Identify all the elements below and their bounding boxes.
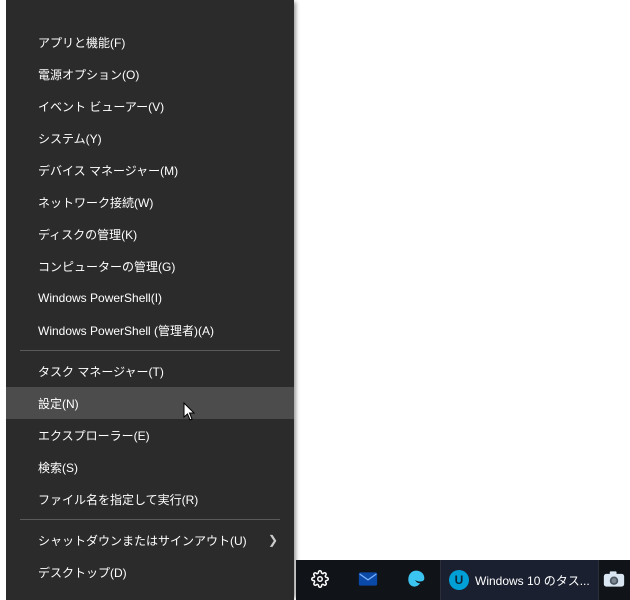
app-badge-letter: U: [455, 573, 464, 587]
menu-event-viewer[interactable]: イベント ビューアー(V): [6, 90, 294, 122]
menu-device-manager[interactable]: デバイス マネージャー(M): [6, 154, 294, 186]
taskbar: U Windows 10 のタス...: [296, 560, 630, 600]
mail-icon: [358, 571, 378, 590]
menu-disk-management[interactable]: ディスクの管理(K): [6, 218, 294, 250]
chevron-right-icon: ❯: [268, 533, 278, 547]
menu-powershell[interactable]: Windows PowerShell(I): [6, 282, 294, 314]
taskbar-app-label: Windows 10 のタス...: [475, 572, 590, 589]
menu-item-label: アプリと機能(F): [38, 34, 125, 51]
menu-item-label: 検索(S): [38, 459, 78, 476]
menu-task-manager[interactable]: タスク マネージャー(T): [6, 355, 294, 387]
menu-search[interactable]: 検索(S): [6, 451, 294, 483]
edge-icon: [406, 569, 426, 592]
menu-item-label: 設定(N): [38, 395, 79, 412]
menu-separator: [20, 350, 280, 351]
menu-item-label: エクスプローラー(E): [38, 427, 150, 444]
menu-powershell-admin[interactable]: Windows PowerShell (管理者)(A): [6, 314, 294, 346]
gear-icon: [311, 570, 329, 591]
menu-shutdown-signout[interactable]: シャットダウンまたはサインアウト(U) ❯: [6, 524, 294, 556]
taskbar-settings-button[interactable]: [296, 560, 344, 600]
menu-item-label: デスクトップ(D): [38, 564, 127, 581]
taskbar-app-button[interactable]: U Windows 10 のタス...: [441, 560, 598, 600]
menu-computer-management[interactable]: コンピューターの管理(G): [6, 250, 294, 282]
desktop: アプリと機能(F) 電源オプション(O) イベント ビューアー(V) システム(Y) デ…: [0, 0, 630, 600]
menu-network-connections[interactable]: ネットワーク接続(W): [6, 186, 294, 218]
menu-settings[interactable]: 設定(N): [6, 387, 294, 419]
menu-item-label: 電源オプション(O): [38, 66, 139, 83]
menu-apps-and-features[interactable]: アプリと機能(F): [6, 26, 294, 58]
menu-item-label: シャットダウンまたはサインアウト(U): [38, 532, 247, 549]
menu-separator: [20, 519, 280, 520]
menu-run[interactable]: ファイル名を指定して実行(R): [6, 483, 294, 515]
menu-item-label: システム(Y): [38, 130, 102, 147]
menu-item-label: イベント ビューアー(V): [38, 98, 164, 115]
menu-item-label: コンピューターの管理(G): [38, 258, 175, 275]
menu-item-label: ファイル名を指定して実行(R): [38, 491, 198, 508]
menu-item-label: Windows PowerShell (管理者)(A): [38, 322, 214, 339]
app-badge-icon: U: [449, 570, 469, 590]
menu-item-label: ネットワーク接続(W): [38, 194, 153, 211]
taskbar-mail-button[interactable]: [344, 560, 392, 600]
menu-system[interactable]: システム(Y): [6, 122, 294, 154]
winx-context-menu: アプリと機能(F) 電源オプション(O) イベント ビューアー(V) システム(Y) デ…: [6, 0, 294, 600]
menu-desktop[interactable]: デスクトップ(D): [6, 556, 294, 588]
taskbar-edge-button[interactable]: [392, 560, 440, 600]
menu-power-options[interactable]: 電源オプション(O): [6, 58, 294, 90]
menu-file-explorer[interactable]: エクスプローラー(E): [6, 419, 294, 451]
menu-item-label: タスク マネージャー(T): [38, 363, 164, 380]
taskbar-snipping-button[interactable]: [599, 560, 629, 600]
menu-item-label: Windows PowerShell(I): [38, 291, 162, 305]
menu-item-label: デバイス マネージャー(M): [38, 162, 178, 179]
camera-icon: [603, 570, 625, 591]
menu-item-label: ディスクの管理(K): [38, 226, 137, 243]
